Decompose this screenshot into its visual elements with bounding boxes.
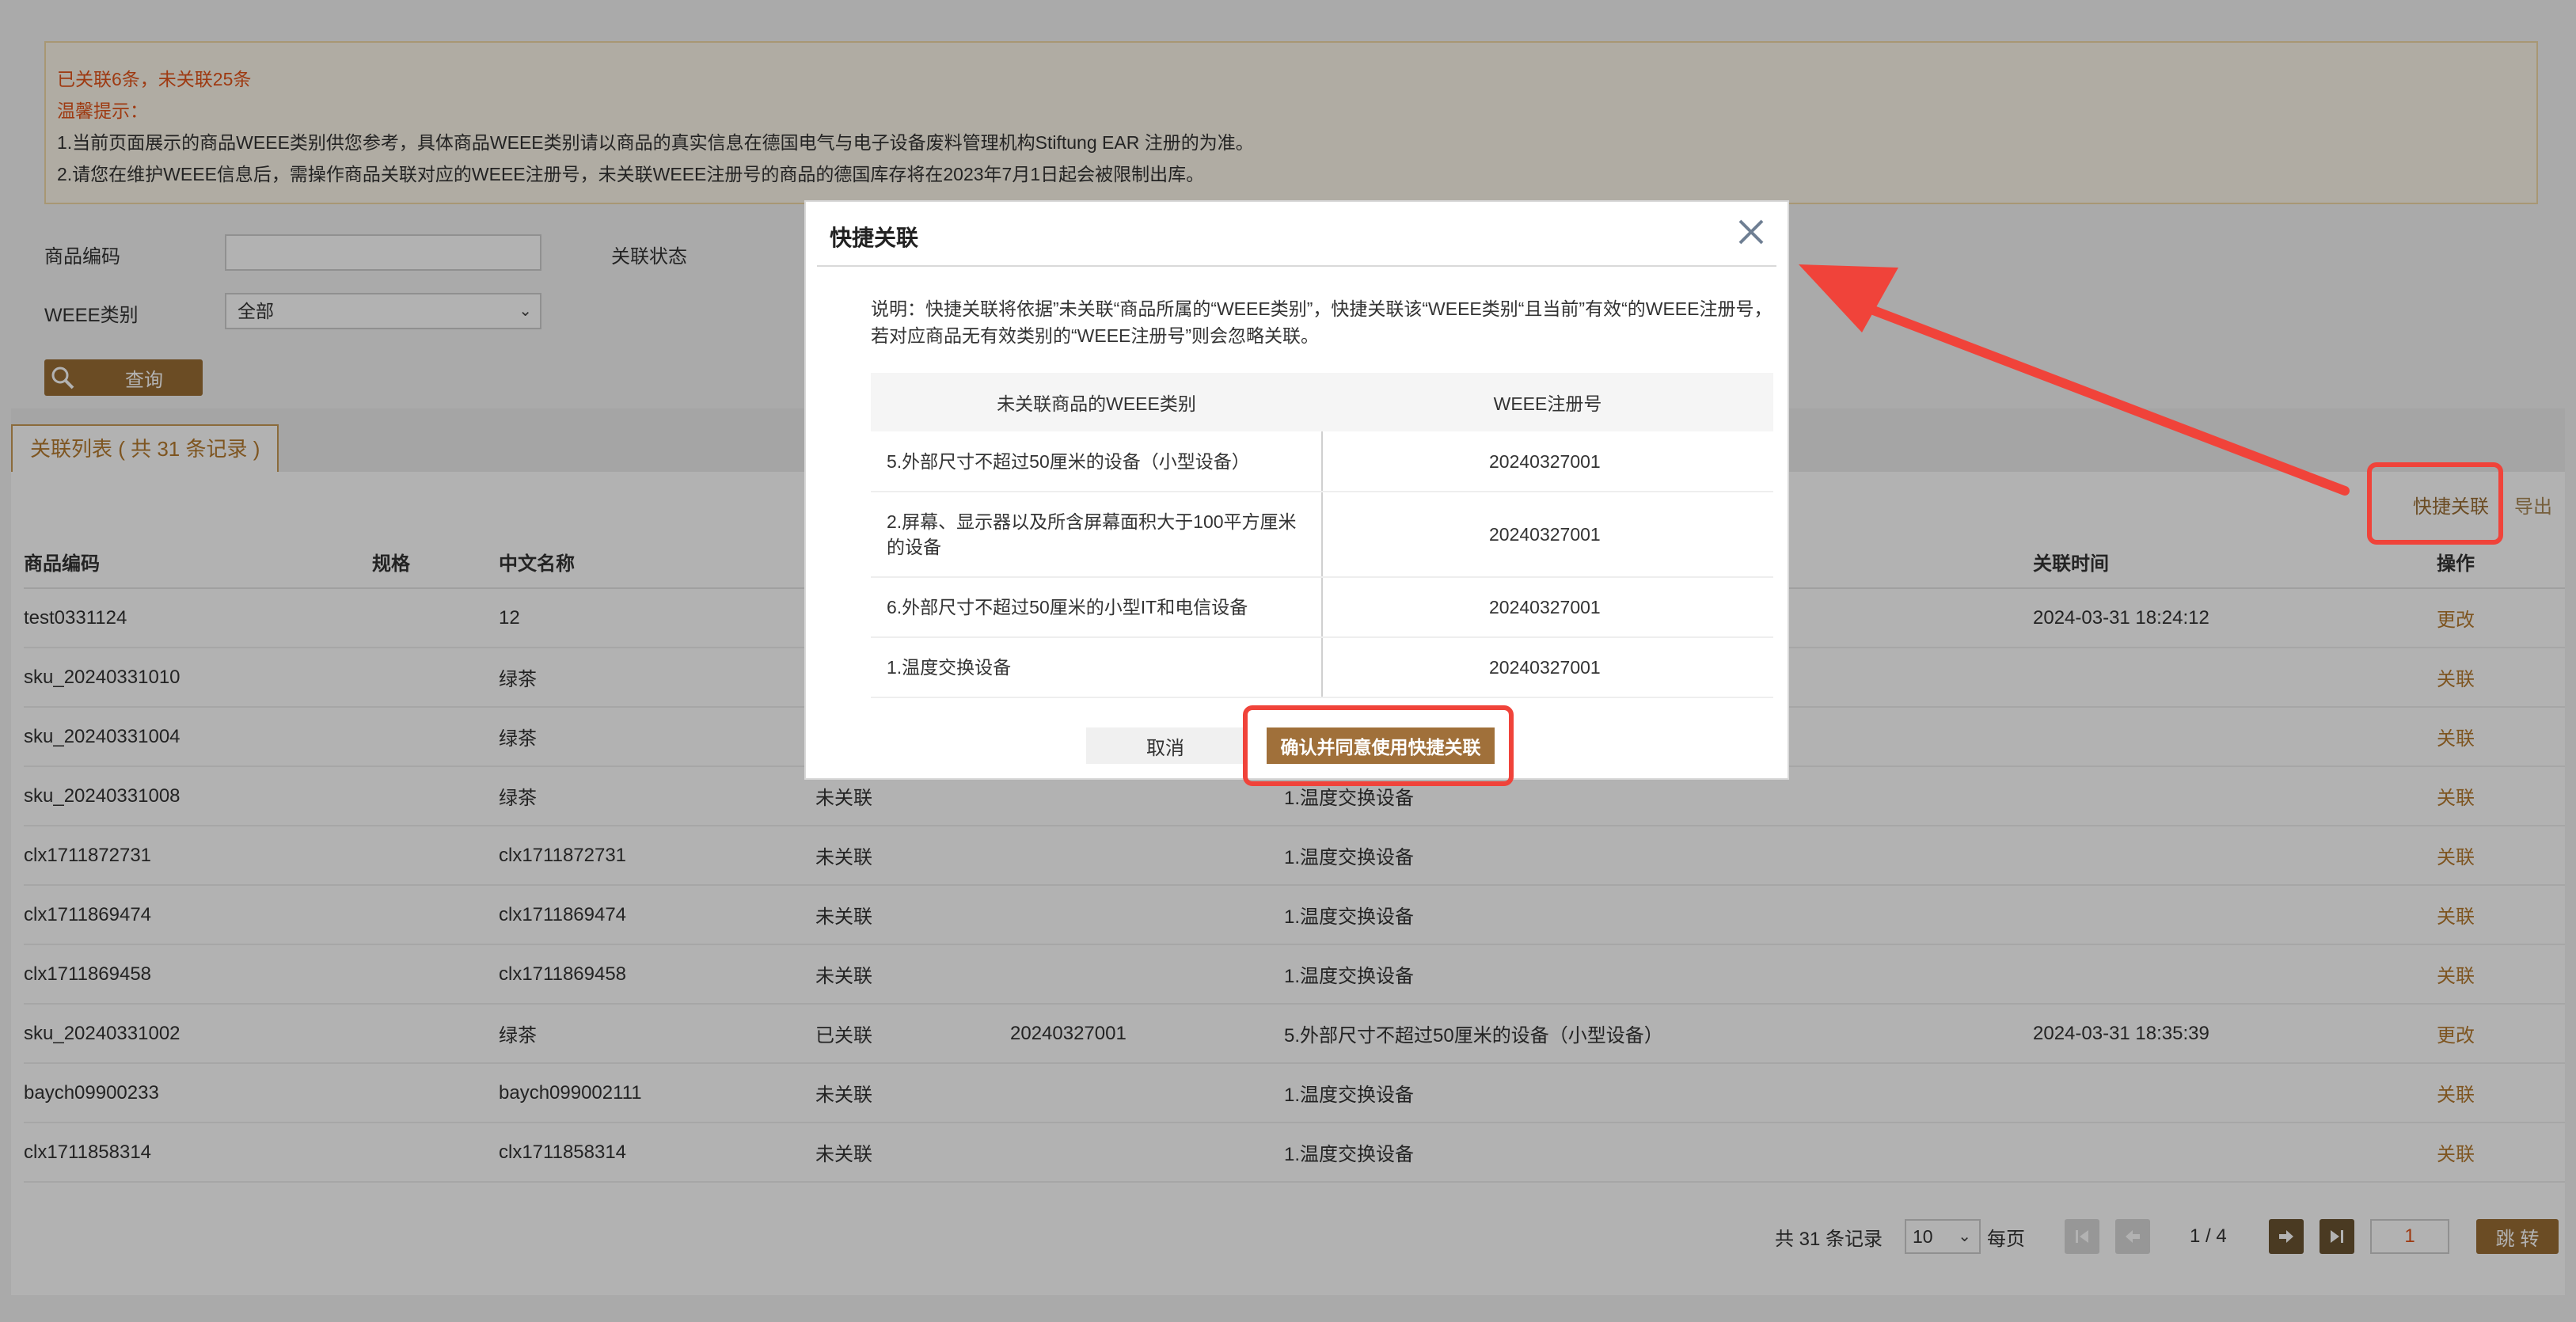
mapping-reg-no: 20240327001 [1322,431,1773,492]
mapping-category: 2.屏幕、显示器以及所含屏幕面积大于100平方厘米的设备 [871,492,1323,578]
mapping-reg-no: 20240327001 [1322,577,1773,638]
mapping-category: 1.温度交换设备 [871,637,1323,698]
mapping-row: 1.温度交换设备 20240327001 [871,637,1773,698]
mapping-row: 6.外部尺寸不超过50厘米的小型IT和电信设备 20240327001 [871,577,1773,638]
weee-mapping-table: 未关联商品的WEEE类别 WEEE注册号 5.外部尺寸不超过50厘米的设备（小型… [871,373,1773,698]
highlight-confirm [1243,705,1514,786]
mapping-category: 5.外部尺寸不超过50厘米的设备（小型设备） [871,431,1323,492]
col-weee-reg-no: WEEE注册号 [1322,373,1773,431]
modal-divider [817,265,1776,267]
mapping-reg-no: 20240327001 [1322,492,1773,578]
mapping-category: 6.外部尺寸不超过50厘米的小型IT和电信设备 [871,577,1323,638]
mapping-reg-no: 20240327001 [1322,637,1773,698]
mapping-header-row: 未关联商品的WEEE类别 WEEE注册号 [871,373,1773,431]
modal-title: 快捷关联 [830,226,919,250]
mapping-row: 2.屏幕、显示器以及所含屏幕面积大于100平方厘米的设备 20240327001 [871,492,1773,578]
close-icon[interactable] [1732,213,1770,251]
cancel-button[interactable]: 取消 [1086,727,1244,764]
mapping-row: 5.外部尺寸不超过50厘米的设备（小型设备） 20240327001 [871,431,1773,492]
modal-description: 说明：快捷关联将依据”未关联“商品所属的“WEEE类别”，快捷关联该“WEEE类… [871,298,1772,346]
quick-link-modal: 快捷关联 说明：快捷关联将依据”未关联“商品所属的“WEEE类别”，快捷关联该“… [804,200,1789,786]
col-unlinked-category: 未关联商品的WEEE类别 [871,373,1322,431]
